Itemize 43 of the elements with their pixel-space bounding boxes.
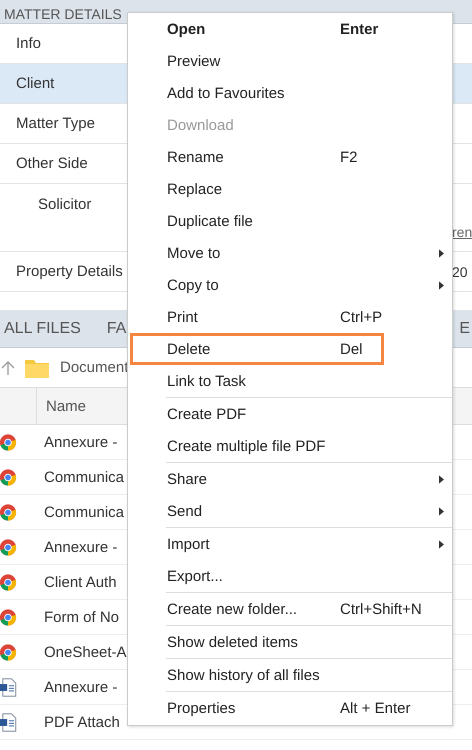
menu-item[interactable]: Create PDF: [128, 398, 452, 430]
menu-item[interactable]: Move to: [128, 237, 452, 269]
submenu-arrow-icon: [439, 474, 444, 484]
menu-item[interactable]: Preview: [128, 45, 452, 77]
menu-item[interactable]: Rename F2: [128, 141, 452, 173]
menu-item[interactable]: Duplicate file: [128, 205, 452, 237]
file-name[interactable]: PDF Attach: [44, 714, 120, 730]
column-header[interactable]: Name: [36, 388, 86, 424]
menu-item[interactable]: Send: [128, 495, 452, 527]
file-name[interactable]: Client Auth: [44, 574, 117, 590]
menu-item[interactable]: Create new folder... Ctrl+Shift+N: [128, 593, 452, 625]
menu-item[interactable]: Copy to: [128, 269, 452, 301]
file-name[interactable]: Form of No: [44, 608, 120, 626]
field-value[interactable]: ren: [452, 224, 472, 240]
up-arrow-icon[interactable]: [1, 360, 15, 376]
breadcrumb[interactable]: Document: [60, 359, 128, 376]
menu-item[interactable]: Print Ctrl+P: [128, 301, 452, 333]
tab[interactable]: ALL FILES: [0, 320, 81, 338]
menu-item[interactable]: Show history of all files: [128, 659, 452, 691]
menu-item[interactable]: Show deleted items: [128, 626, 452, 658]
menu-item[interactable]: Delete Del: [128, 333, 452, 365]
file-name[interactable]: Annexure -: [44, 538, 118, 556]
file-name[interactable]: OneSheet-A: [44, 644, 127, 660]
menu-item[interactable]: Replace: [128, 173, 452, 205]
field-value: 20: [452, 264, 468, 280]
menu-item[interactable]: Add to Favourites: [128, 77, 452, 109]
menu-item[interactable]: Export...: [128, 560, 452, 592]
folder-icon: [25, 358, 49, 378]
submenu-arrow-icon: [439, 280, 444, 290]
file-name[interactable]: Communica: [44, 504, 124, 520]
tab[interactable]: E: [455, 320, 472, 338]
menu-item[interactable]: Share: [128, 463, 452, 495]
file-name[interactable]: Annexure -: [44, 678, 118, 696]
submenu-arrow-icon: [439, 540, 444, 548]
tab[interactable]: FA: [102, 320, 126, 338]
file-name[interactable]: Annexure -: [44, 434, 118, 450]
submenu-arrow-icon: [439, 506, 444, 516]
menu-item[interactable]: Import: [128, 528, 452, 560]
file-name[interactable]: Communica: [44, 468, 124, 486]
menu-item[interactable]: Create multiple file PDF: [128, 430, 452, 462]
submenu-arrow-icon: [439, 248, 444, 258]
menu-item[interactable]: Link to Task: [128, 365, 452, 397]
menu-item[interactable]: Properties Alt + Enter: [128, 692, 452, 724]
